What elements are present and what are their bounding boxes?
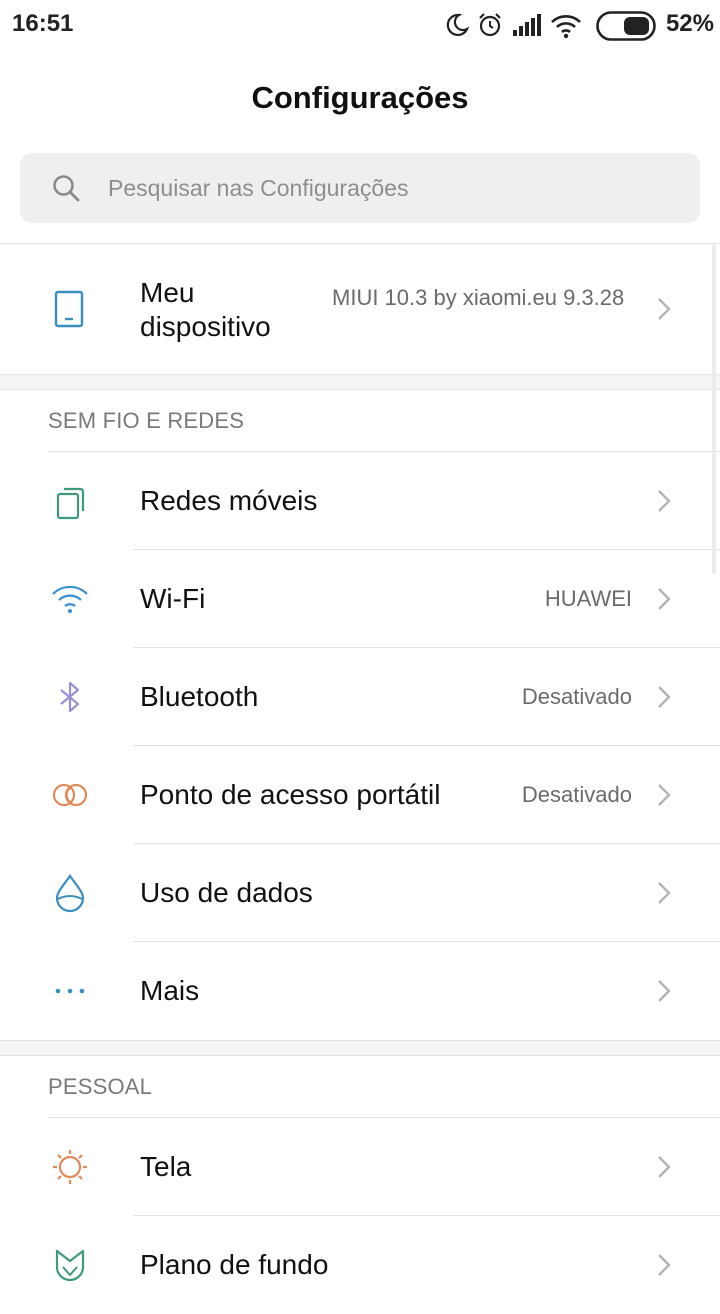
moon-icon <box>446 13 470 36</box>
phone-icon <box>54 290 84 328</box>
sun-icon <box>53 1150 87 1184</box>
row-label: Tela <box>140 1151 192 1182</box>
row-label: Bluetooth <box>140 681 259 712</box>
hotspot-icon <box>52 783 88 807</box>
row-value: Desativado <box>521 684 632 709</box>
chevron-right-icon <box>658 686 671 708</box>
row-label: Ponto de acesso portátil <box>140 779 441 810</box>
row-mobile-networks[interactable]: Redes móveis <box>0 452 720 550</box>
battery-icon <box>596 11 656 41</box>
section-gap <box>0 1041 720 1055</box>
chevron-right-icon <box>658 1254 671 1276</box>
chevron-right-icon <box>658 298 671 320</box>
divider <box>0 1055 720 1056</box>
row-value: Desativado <box>521 782 632 807</box>
wifi-icon <box>52 585 88 613</box>
row-hotspot[interactable]: Ponto de acesso portátil Desativado <box>0 746 720 844</box>
row-label: Redes móveis <box>140 485 318 516</box>
row-data-usage[interactable]: Uso de dados <box>0 844 720 942</box>
row-label: Uso de dados <box>140 877 313 908</box>
signal-icon <box>513 14 541 36</box>
row-display[interactable]: Tela <box>0 1118 720 1216</box>
row-label: Wi-Fi <box>140 583 206 614</box>
row-value: HUAWEI <box>544 586 632 611</box>
chevron-right-icon <box>658 980 671 1002</box>
scrollbar[interactable] <box>712 244 716 574</box>
my-device-title: Meu dispositivo <box>140 277 271 342</box>
row-wallpaper[interactable]: Plano de fundo <box>0 1216 720 1314</box>
status-bar: 16:51 52% <box>0 0 720 52</box>
wifi-status-icon <box>551 15 581 39</box>
section-header-wireless: SEM FIO E REDES <box>48 408 245 433</box>
divider <box>0 389 720 390</box>
more-dots-icon <box>55 988 85 994</box>
chevron-right-icon <box>658 784 671 806</box>
sim-card-icon <box>56 487 85 520</box>
chevron-right-icon <box>658 588 671 610</box>
page-title: Configurações <box>251 80 469 115</box>
row-bluetooth[interactable]: Bluetooth Desativado <box>0 648 720 746</box>
my-device-row[interactable]: Meu dispositivo MIUI 10.3 by xiaomi.eu 9… <box>0 244 720 374</box>
search-input[interactable] <box>108 153 668 223</box>
bluetooth-icon <box>60 681 80 713</box>
battery-percent: 52% <box>665 10 714 37</box>
row-more[interactable]: Mais <box>0 942 720 1040</box>
chevron-right-icon <box>658 1156 671 1178</box>
section-header-personal: PESSOAL <box>48 1074 153 1099</box>
search-icon <box>53 175 80 202</box>
row-label: Mais <box>140 975 200 1006</box>
chevron-right-icon <box>658 882 671 904</box>
search-box[interactable] <box>20 153 700 223</box>
alarm-icon <box>479 13 501 37</box>
wallpaper-tulip-icon <box>55 1249 85 1282</box>
device-version: MIUI 10.3 by xiaomi.eu 9.3.28 <box>332 285 625 310</box>
row-label: Plano de fundo <box>140 1249 329 1280</box>
section-gap <box>0 375 720 389</box>
status-time: 16:51 <box>12 10 74 37</box>
row-wifi[interactable]: Wi-Fi HUAWEI <box>0 550 720 648</box>
data-drop-icon <box>55 874 85 913</box>
chevron-right-icon <box>658 490 671 512</box>
